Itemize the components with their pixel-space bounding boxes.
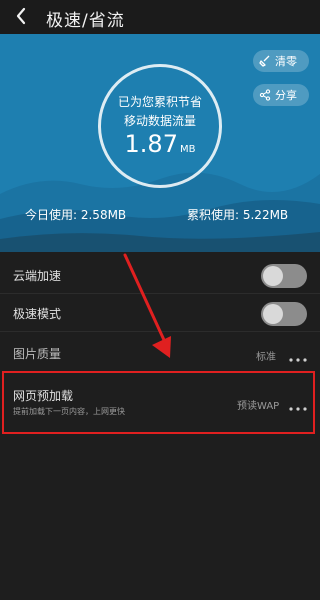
saved-amount: 1.87 MB [101, 130, 219, 158]
share-label: 分享 [275, 89, 297, 102]
toggle-knob [263, 304, 283, 324]
broom-icon [259, 55, 270, 67]
data-saving-panel: 已为您累积节省 移动数据流量 1.87 MB 清零 分享 今日使用: 2.58MB… [0, 34, 320, 252]
total-usage: 累积使用: 5.22MB [187, 208, 289, 222]
clear-label: 清零 [275, 55, 297, 68]
savings-circle: 已为您累积节省 移动数据流量 1.87 MB [98, 64, 222, 188]
today-usage: 今日使用: 2.58MB [25, 208, 127, 222]
toggle-knob [263, 266, 283, 286]
saved-caption-line1: 已为您累积节省 [117, 95, 202, 109]
highlight-box [2, 371, 315, 434]
clear-button[interactable]: 清零 [253, 50, 309, 72]
fast-mode-toggle[interactable] [261, 302, 307, 326]
divider [0, 331, 320, 332]
saved-unit: MB [179, 144, 196, 155]
setting-row-image-quality[interactable]: 图片质量 标准 [0, 334, 320, 372]
cloud-accel-label: 云端加速 [13, 269, 62, 283]
page-title: 极速/省流 [46, 11, 125, 31]
saved-value: 1.87 [124, 130, 178, 158]
image-quality-value: 标准 [256, 352, 276, 363]
share-button[interactable]: 分享 [253, 84, 309, 106]
back-chevron-icon[interactable] [10, 4, 34, 28]
cloud-accel-toggle[interactable] [261, 264, 307, 288]
saved-caption-line2: 移动数据流量 [123, 114, 196, 128]
fast-mode-label: 极速模式 [13, 307, 62, 321]
top-bar: 极速/省流 [0, 0, 320, 34]
share-icon [259, 89, 271, 101]
more-icon[interactable] [288, 349, 308, 362]
setting-row-fast-mode[interactable]: 极速模式 [0, 294, 320, 332]
setting-row-cloud-accel[interactable]: 云端加速 [0, 256, 320, 294]
image-quality-label: 图片质量 [13, 347, 62, 361]
